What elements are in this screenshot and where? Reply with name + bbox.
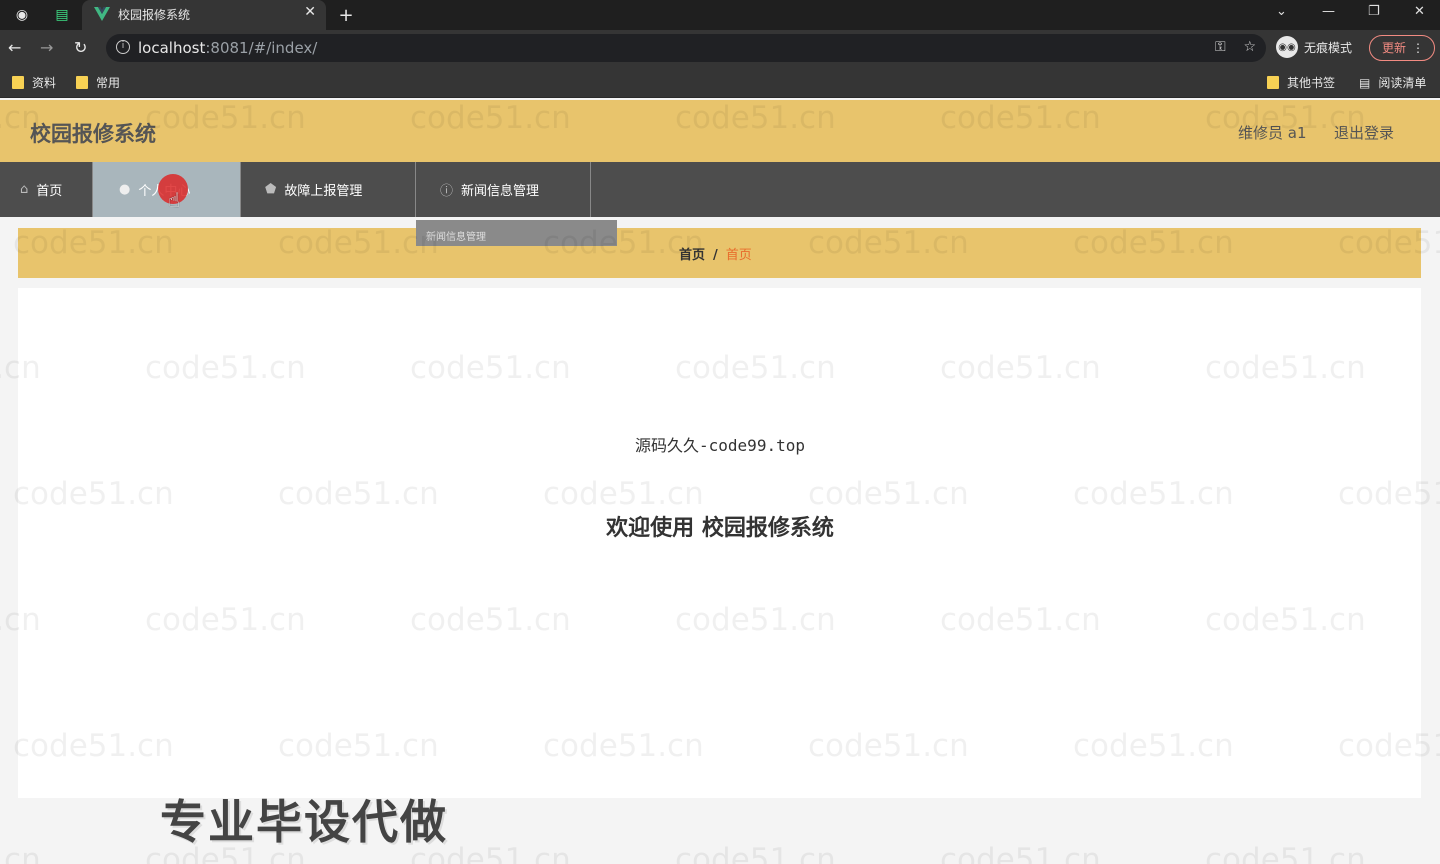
new-tab-icon[interactable]: + — [336, 5, 356, 26]
app-title: 校园报修系统 — [30, 122, 156, 146]
breadcrumb: 首页 / 首页 — [18, 228, 1421, 278]
app-header: 校园报修系统 维修员 a1 退出登录 — [0, 100, 1440, 162]
vue-logo-icon — [94, 7, 110, 21]
reload-icon[interactable]: ↻ — [74, 38, 87, 57]
menu-item-label: 首页 — [36, 184, 63, 199]
url-field[interactable]: i localhost:8081/#/index/ ⚿ ☆ — [106, 34, 1266, 62]
breadcrumb-current: 首页 — [725, 248, 752, 263]
menu-item-news[interactable]: ⓘ 新闻信息管理 — [416, 162, 591, 217]
other-bookmarks[interactable]: 其他书签 — [1267, 74, 1335, 91]
close-window-icon[interactable]: ✕ — [1414, 4, 1425, 19]
omnibox-actions: ⚿ ☆ — [1215, 39, 1256, 55]
user-icon: ● — [119, 182, 131, 197]
home-icon: ⌂ — [20, 182, 29, 197]
logout-link[interactable]: 退出登录 — [1334, 122, 1394, 143]
browser-address-bar: ← → ↻ i localhost:8081/#/index/ ⚿ ☆ ◉◉ 无… — [0, 30, 1440, 66]
browser-tab-active[interactable]: 校园报修系统 ✕ — [82, 0, 326, 30]
tab-search-icon[interactable]: ⌄ — [1276, 4, 1287, 19]
main-menu: ⌂ 首页 ● 个人中心 ⬟ 故障上报管理 ⓘ 新闻信息管理 — [0, 162, 1440, 217]
key-icon[interactable]: ⚿ — [1215, 39, 1226, 55]
incognito-label: 无痕模式 — [1304, 40, 1353, 55]
menu-item-label: 故障上报管理 — [284, 184, 363, 199]
update-label: 更新 — [1382, 41, 1407, 55]
submenu-item-news[interactable]: 新闻信息管理 — [416, 220, 617, 246]
hand-cursor-icon: ☝ — [168, 188, 181, 212]
browser-globe-icon[interactable]: ◉ — [12, 5, 32, 25]
update-button[interactable]: 更新 ⋮ — [1369, 35, 1435, 61]
star-icon[interactable]: ☆ — [1243, 39, 1256, 55]
menu-item-home[interactable]: ⌂ 首页 — [0, 162, 93, 217]
url-text: localhost:8081/#/index/ — [138, 39, 317, 57]
minimize-icon[interactable]: — — [1322, 4, 1335, 19]
bookmark-folder[interactable]: 常用 — [76, 74, 120, 91]
bookmark-label: 其他书签 — [1287, 76, 1336, 90]
reading-list-icon: ▤ — [1359, 75, 1371, 90]
source-text: 源码久久-code99.top — [635, 436, 805, 455]
incognito-icon: ◉◉ — [1276, 36, 1298, 58]
restore-icon[interactable]: ❐ — [1368, 4, 1380, 19]
tab-title: 校园报修系统 — [118, 8, 191, 22]
browser-tab-bar: ◉ ▤ 校园报修系统 ✕ + ⌄ — ❐ ✕ — [0, 0, 1440, 30]
watermark-text: code51.cn — [675, 842, 836, 864]
shield-icon: ⬟ — [265, 182, 277, 197]
bookmark-label: 资料 — [32, 76, 57, 90]
kebab-menu-icon[interactable]: ⋮ — [1412, 36, 1424, 60]
welcome-heading: 欢迎使用 校园报修系统 — [606, 516, 834, 541]
folder-icon — [1267, 76, 1279, 89]
bookmarks-bar: 资料 常用 其他书签 ▤ 阅读清单 — [0, 66, 1440, 98]
bookmark-label: 阅读清单 — [1378, 76, 1427, 90]
watermark-text: code51.cn — [1205, 842, 1366, 864]
url-host: localhost — [138, 39, 206, 57]
bookmark-folder[interactable]: 资料 — [12, 74, 56, 91]
menu-item-fault-report[interactable]: ⬟ 故障上报管理 — [241, 162, 416, 217]
folder-icon — [12, 76, 24, 89]
back-icon[interactable]: ← — [8, 38, 21, 57]
bookmark-label: 常用 — [96, 76, 121, 90]
reading-list[interactable]: ▤ 阅读清单 — [1359, 74, 1426, 91]
sheets-icon[interactable]: ▤ — [52, 5, 72, 25]
promo-overlay-text: 专业毕设代做 — [160, 795, 448, 849]
main-content — [18, 288, 1421, 798]
submenu-item-label: 新闻信息管理 — [426, 232, 486, 243]
forward-icon[interactable]: → — [40, 38, 53, 57]
breadcrumb-separator: / — [713, 248, 718, 263]
info-icon: ⓘ — [440, 184, 454, 199]
breadcrumb-trail: 首页 / 首页 — [679, 244, 752, 263]
breadcrumb-home[interactable]: 首页 — [679, 248, 705, 263]
folder-icon — [76, 76, 88, 89]
watermark-text: code51.cn — [0, 842, 41, 864]
tab-close-icon[interactable]: ✕ — [304, 4, 316, 20]
url-path: :8081/#/index/ — [205, 39, 318, 57]
watermark-text: code51.cn — [940, 842, 1101, 864]
incognito-indicator[interactable]: ◉◉ 无痕模式 — [1276, 36, 1352, 58]
current-user: 维修员 a1 — [1238, 124, 1307, 142]
site-info-icon[interactable]: i — [116, 40, 130, 54]
menu-item-label: 新闻信息管理 — [461, 184, 540, 199]
